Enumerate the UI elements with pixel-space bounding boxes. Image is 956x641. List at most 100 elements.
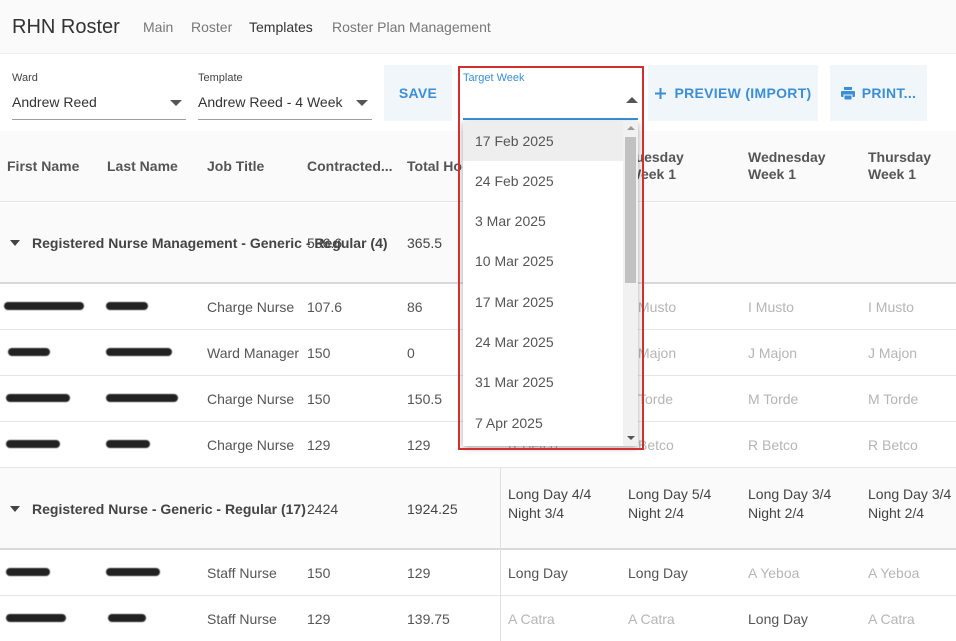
printer-icon (840, 86, 855, 100)
wednesday-cell[interactable]: J Majon (748, 345, 797, 361)
ward-select[interactable]: Andrew Reed (12, 90, 186, 120)
redacted-last-name (106, 348, 172, 356)
contracted-hours: 129 (307, 437, 331, 453)
thursday-summary-day: Long Day 3/4 (868, 486, 952, 502)
contracted-hours: 150 (307, 391, 331, 407)
group-contracted: 2424 (307, 501, 339, 517)
contracted-hours: 150 (307, 345, 331, 361)
column-divider (500, 468, 501, 641)
redacted-first-name (6, 440, 60, 448)
table-row[interactable]: Staff Nurse 150 129 Long Day Long Day A … (0, 550, 956, 596)
group-total: 365.5 (407, 235, 443, 251)
thursday-cell[interactable]: A Yeboa (868, 565, 919, 581)
plus-icon (654, 87, 667, 100)
nav-roster[interactable]: Roster (191, 19, 232, 35)
nav-main[interactable]: Main (143, 19, 173, 35)
redacted-last-name (106, 568, 160, 576)
template-label: Template (198, 72, 243, 84)
tuesday-cell[interactable]: Long Day (628, 565, 688, 581)
redacted-last-name (106, 394, 178, 402)
col-thursday-day: Thursday (868, 149, 932, 165)
col-thursday-week: Week 1 (868, 166, 916, 182)
thursday-cell[interactable]: A Catra (868, 611, 915, 627)
wednesday-summary-night: Night 2/4 (748, 505, 805, 521)
thursday-cell[interactable]: R Betco (868, 437, 918, 453)
col-last-name[interactable]: Last Name (107, 158, 178, 174)
redacted-first-name (4, 302, 84, 310)
monday-cell[interactable]: Long Day (508, 565, 568, 581)
top-bar: RHN Roster Main Roster Templates Roster … (0, 0, 956, 54)
preview-import-button[interactable]: PREVIEW (IMPORT) (648, 65, 818, 121)
highlight-box (458, 66, 644, 450)
group-total: 1924.25 (407, 501, 458, 517)
preview-label: PREVIEW (IMPORT) (674, 85, 812, 101)
group-title: Registered Nurse - Generic - Regular (17… (32, 501, 306, 517)
redacted-first-name (8, 348, 50, 356)
total-hours: 129 (407, 437, 431, 453)
wednesday-cell[interactable]: I Musto (748, 299, 794, 315)
total-hours: 150.5 (407, 391, 443, 407)
ward-value: Andrew Reed (12, 94, 97, 110)
wednesday-cell[interactable]: M Torde (748, 391, 798, 407)
col-wednesday-week: Week 1 (748, 166, 796, 182)
collapse-caret-icon[interactable] (10, 240, 20, 246)
tuesday-summary: Long Day 5/4 Night 2/4 (628, 485, 711, 523)
app-title: RHN Roster (12, 16, 120, 38)
thursday-summary-night: Night 2/4 (868, 505, 925, 521)
group-row[interactable]: Registered Nurse - Generic - Regular (17… (0, 468, 956, 550)
col-first-name[interactable]: First Name (7, 158, 79, 174)
contracted-hours: 107.6 (307, 299, 343, 315)
col-thursday[interactable]: Thursday Week 1 (868, 149, 931, 183)
job-title: Staff Nurse (207, 565, 277, 581)
thursday-cell[interactable]: M Torde (868, 391, 918, 407)
redacted-first-name (6, 568, 50, 576)
total-hours: 86 (407, 299, 423, 315)
job-title: Staff Nurse (207, 611, 277, 627)
table-row[interactable]: Staff Nurse 129 139.75 A Catra A Catra L… (0, 596, 956, 641)
collapse-caret-icon[interactable] (10, 506, 20, 512)
template-value: Andrew Reed - 4 Week (198, 94, 343, 110)
print-label: PRINT... (861, 85, 917, 101)
group-title: Registered Nurse Management - Generic - … (32, 235, 388, 251)
template-select[interactable]: Andrew Reed - 4 Week (198, 90, 372, 120)
tuesday-summary-night: Night 2/4 (628, 505, 685, 521)
tuesday-cell[interactable]: A Catra (628, 611, 675, 627)
nav-templates[interactable]: Templates (249, 19, 313, 35)
col-job-title[interactable]: Job Title (207, 158, 264, 174)
total-hours: 0 (407, 345, 415, 361)
nav-roster-plan-management[interactable]: Roster Plan Management (332, 19, 491, 35)
contracted-hours: 150 (307, 565, 331, 581)
redacted-last-name (106, 440, 150, 448)
ward-label: Ward (12, 72, 38, 84)
col-contracted[interactable]: Contracted... (307, 158, 393, 174)
monday-cell[interactable]: A Catra (508, 611, 555, 627)
wednesday-cell[interactable]: A Yeboa (748, 565, 799, 581)
total-hours: 129 (407, 565, 431, 581)
chevron-down-icon (170, 100, 182, 106)
col-total-hours[interactable]: Total Ho (407, 158, 462, 174)
wednesday-cell[interactable]: Long Day (748, 611, 808, 627)
contracted-hours: 129 (307, 611, 331, 627)
tuesday-summary-day: Long Day 5/4 (628, 486, 712, 502)
save-label: SAVE (398, 85, 438, 101)
col-wednesday[interactable]: Wednesday Week 1 (748, 149, 826, 183)
save-button[interactable]: SAVE (384, 65, 452, 121)
thursday-summary: Long Day 3/4 Night 2/4 (868, 485, 951, 523)
redacted-last-name (108, 614, 146, 622)
print-button[interactable]: PRINT... (830, 65, 927, 121)
redacted-first-name (6, 394, 70, 402)
thursday-cell[interactable]: J Majon (868, 345, 917, 361)
job-title: Charge Nurse (207, 391, 295, 407)
monday-summary-day: Long Day 4/4 (508, 486, 592, 502)
col-wednesday-day: Wednesday (748, 149, 826, 165)
job-title: Ward Manager (207, 345, 300, 361)
wednesday-summary: Long Day 3/4 Night 2/4 (748, 485, 831, 523)
monday-summary-night: Night 3/4 (508, 505, 565, 521)
monday-summary: Long Day 4/4 Night 3/4 (508, 485, 591, 523)
wednesday-cell[interactable]: R Betco (748, 437, 798, 453)
total-hours: 139.75 (407, 611, 450, 627)
thursday-cell[interactable]: I Musto (868, 299, 914, 315)
redacted-last-name (106, 302, 148, 310)
job-title: Charge Nurse (207, 299, 295, 315)
chevron-down-icon (356, 100, 368, 106)
